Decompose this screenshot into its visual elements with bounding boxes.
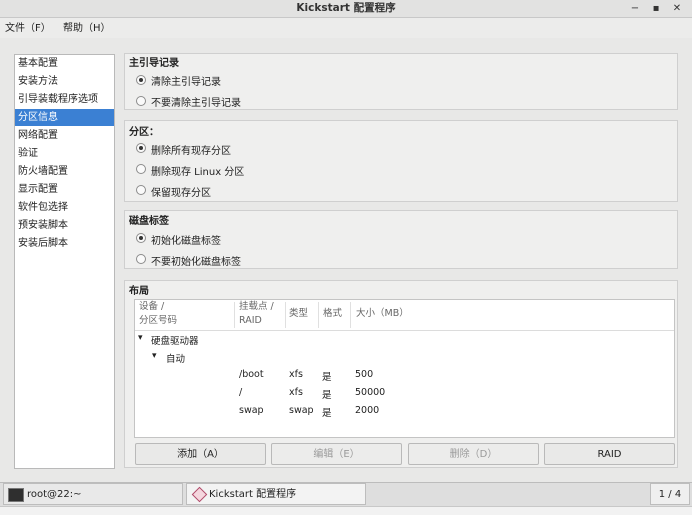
column-mount[interactable]: 挂载点 / RAID [239, 300, 274, 328]
mbr-title: 主引导记录 [129, 58, 179, 69]
delete-button[interactable]: 删除（D） [408, 443, 539, 465]
workspace-indicator[interactable]: 1 / 4 [650, 483, 690, 505]
column-type[interactable]: 类型 [289, 307, 308, 321]
taskbar-terminal-label: root@22:~ [27, 489, 82, 500]
sidebar-item-auth[interactable]: 验证 [15, 145, 114, 162]
sidebar-item-bootloader[interactable]: 引导装载程序选项 [15, 91, 114, 108]
maximize-button[interactable]: ▪ [648, 0, 664, 17]
tree-node-auto[interactable]: 自动 [166, 351, 185, 365]
menu-file[interactable]: 文件（F） [5, 18, 51, 38]
column-format[interactable]: 格式 [323, 307, 342, 321]
mbr-keep-label: 不要清除主引导记录 [151, 98, 241, 109]
mbr-clear-label: 清除主引导记录 [151, 77, 221, 88]
column-divider [318, 302, 319, 328]
layout-title: 布局 [129, 286, 149, 297]
table-row[interactable]: / xfs 是 50000 [136, 386, 673, 402]
disklabel-noinit-radio[interactable] [136, 254, 146, 264]
add-button[interactable]: 添加（A） [135, 443, 266, 465]
mbr-keep-radio[interactable] [136, 96, 146, 106]
partition-keep-radio[interactable] [136, 185, 146, 195]
cell-size: 2000 [355, 405, 380, 416]
raid-button[interactable]: RAID [544, 443, 675, 465]
edit-button[interactable]: 编辑（E） [271, 443, 402, 465]
partition-delete-linux-label: 删除现存 Linux 分区 [151, 167, 245, 178]
taskbar-kickstart[interactable]: Kickstart 配置程序 [186, 483, 366, 505]
column-size[interactable]: 大小（MB） [356, 307, 409, 321]
partition-keep-label: 保留现存分区 [151, 188, 211, 199]
minimize-button[interactable]: − [627, 0, 643, 17]
sidebar-item-post-script[interactable]: 安装后脚本 [15, 235, 114, 252]
column-device[interactable]: 设备 / 分区号码 [139, 300, 177, 328]
tree-node-harddrive[interactable]: 硬盘驱动器 [151, 333, 199, 347]
disklabel-init-label: 初始化磁盘标签 [151, 236, 221, 247]
sidebar-item-partition[interactable]: 分区信息 [15, 109, 114, 126]
taskbar-terminal[interactable]: root@22:~ [3, 483, 183, 505]
kickstart-icon [191, 486, 208, 503]
column-divider [350, 302, 351, 328]
sidebar: 基本配置 安装方法 引导装载程序选项 分区信息 网络配置 验证 防火墙配置 显示… [14, 54, 115, 469]
expander-icon[interactable]: ▾ [152, 351, 157, 361]
column-divider [234, 302, 235, 328]
cell-type: swap [289, 405, 314, 416]
terminal-icon [8, 488, 24, 502]
cell-mount: /boot [239, 369, 264, 380]
cell-format: 是 [322, 372, 332, 383]
disklabel-noinit-label: 不要初始化磁盘标签 [151, 257, 241, 268]
sidebar-item-firewall[interactable]: 防火墙配置 [15, 163, 114, 180]
disklabel-init-radio[interactable] [136, 233, 146, 243]
taskbar-kickstart-label: Kickstart 配置程序 [209, 489, 297, 500]
window-title: Kickstart 配置程序 [296, 2, 396, 14]
sidebar-item-install-method[interactable]: 安装方法 [15, 73, 114, 90]
partition-title: 分区： [129, 127, 159, 138]
sidebar-item-display[interactable]: 显示配置 [15, 181, 114, 198]
cell-format: 是 [322, 390, 332, 401]
close-button[interactable]: ✕ [669, 0, 685, 17]
table-row[interactable]: swap swap 是 2000 [136, 404, 673, 420]
mbr-clear-radio[interactable] [136, 75, 146, 85]
cell-mount: swap [239, 405, 264, 416]
partition-delete-all-label: 删除所有现存分区 [151, 146, 231, 157]
table-row[interactable]: /boot xfs 是 500 [136, 368, 673, 384]
sidebar-item-network[interactable]: 网络配置 [15, 127, 114, 144]
cell-type: xfs [289, 369, 303, 380]
cell-format: 是 [322, 408, 332, 419]
partition-delete-all-radio[interactable] [136, 143, 146, 153]
disklabel-title: 磁盘标签 [129, 216, 169, 227]
cell-size: 500 [355, 369, 374, 380]
cell-type: xfs [289, 387, 303, 398]
menu-help[interactable]: 帮助（H） [63, 18, 111, 38]
sidebar-item-basic[interactable]: 基本配置 [15, 55, 114, 72]
sidebar-item-pre-script[interactable]: 预安装脚本 [15, 217, 114, 234]
sidebar-item-packages[interactable]: 软件包选择 [15, 199, 114, 216]
cell-size: 50000 [355, 387, 386, 398]
expander-icon[interactable]: ▾ [138, 333, 143, 343]
partition-delete-linux-radio[interactable] [136, 164, 146, 174]
cell-mount: / [239, 387, 243, 398]
column-divider [285, 302, 286, 328]
